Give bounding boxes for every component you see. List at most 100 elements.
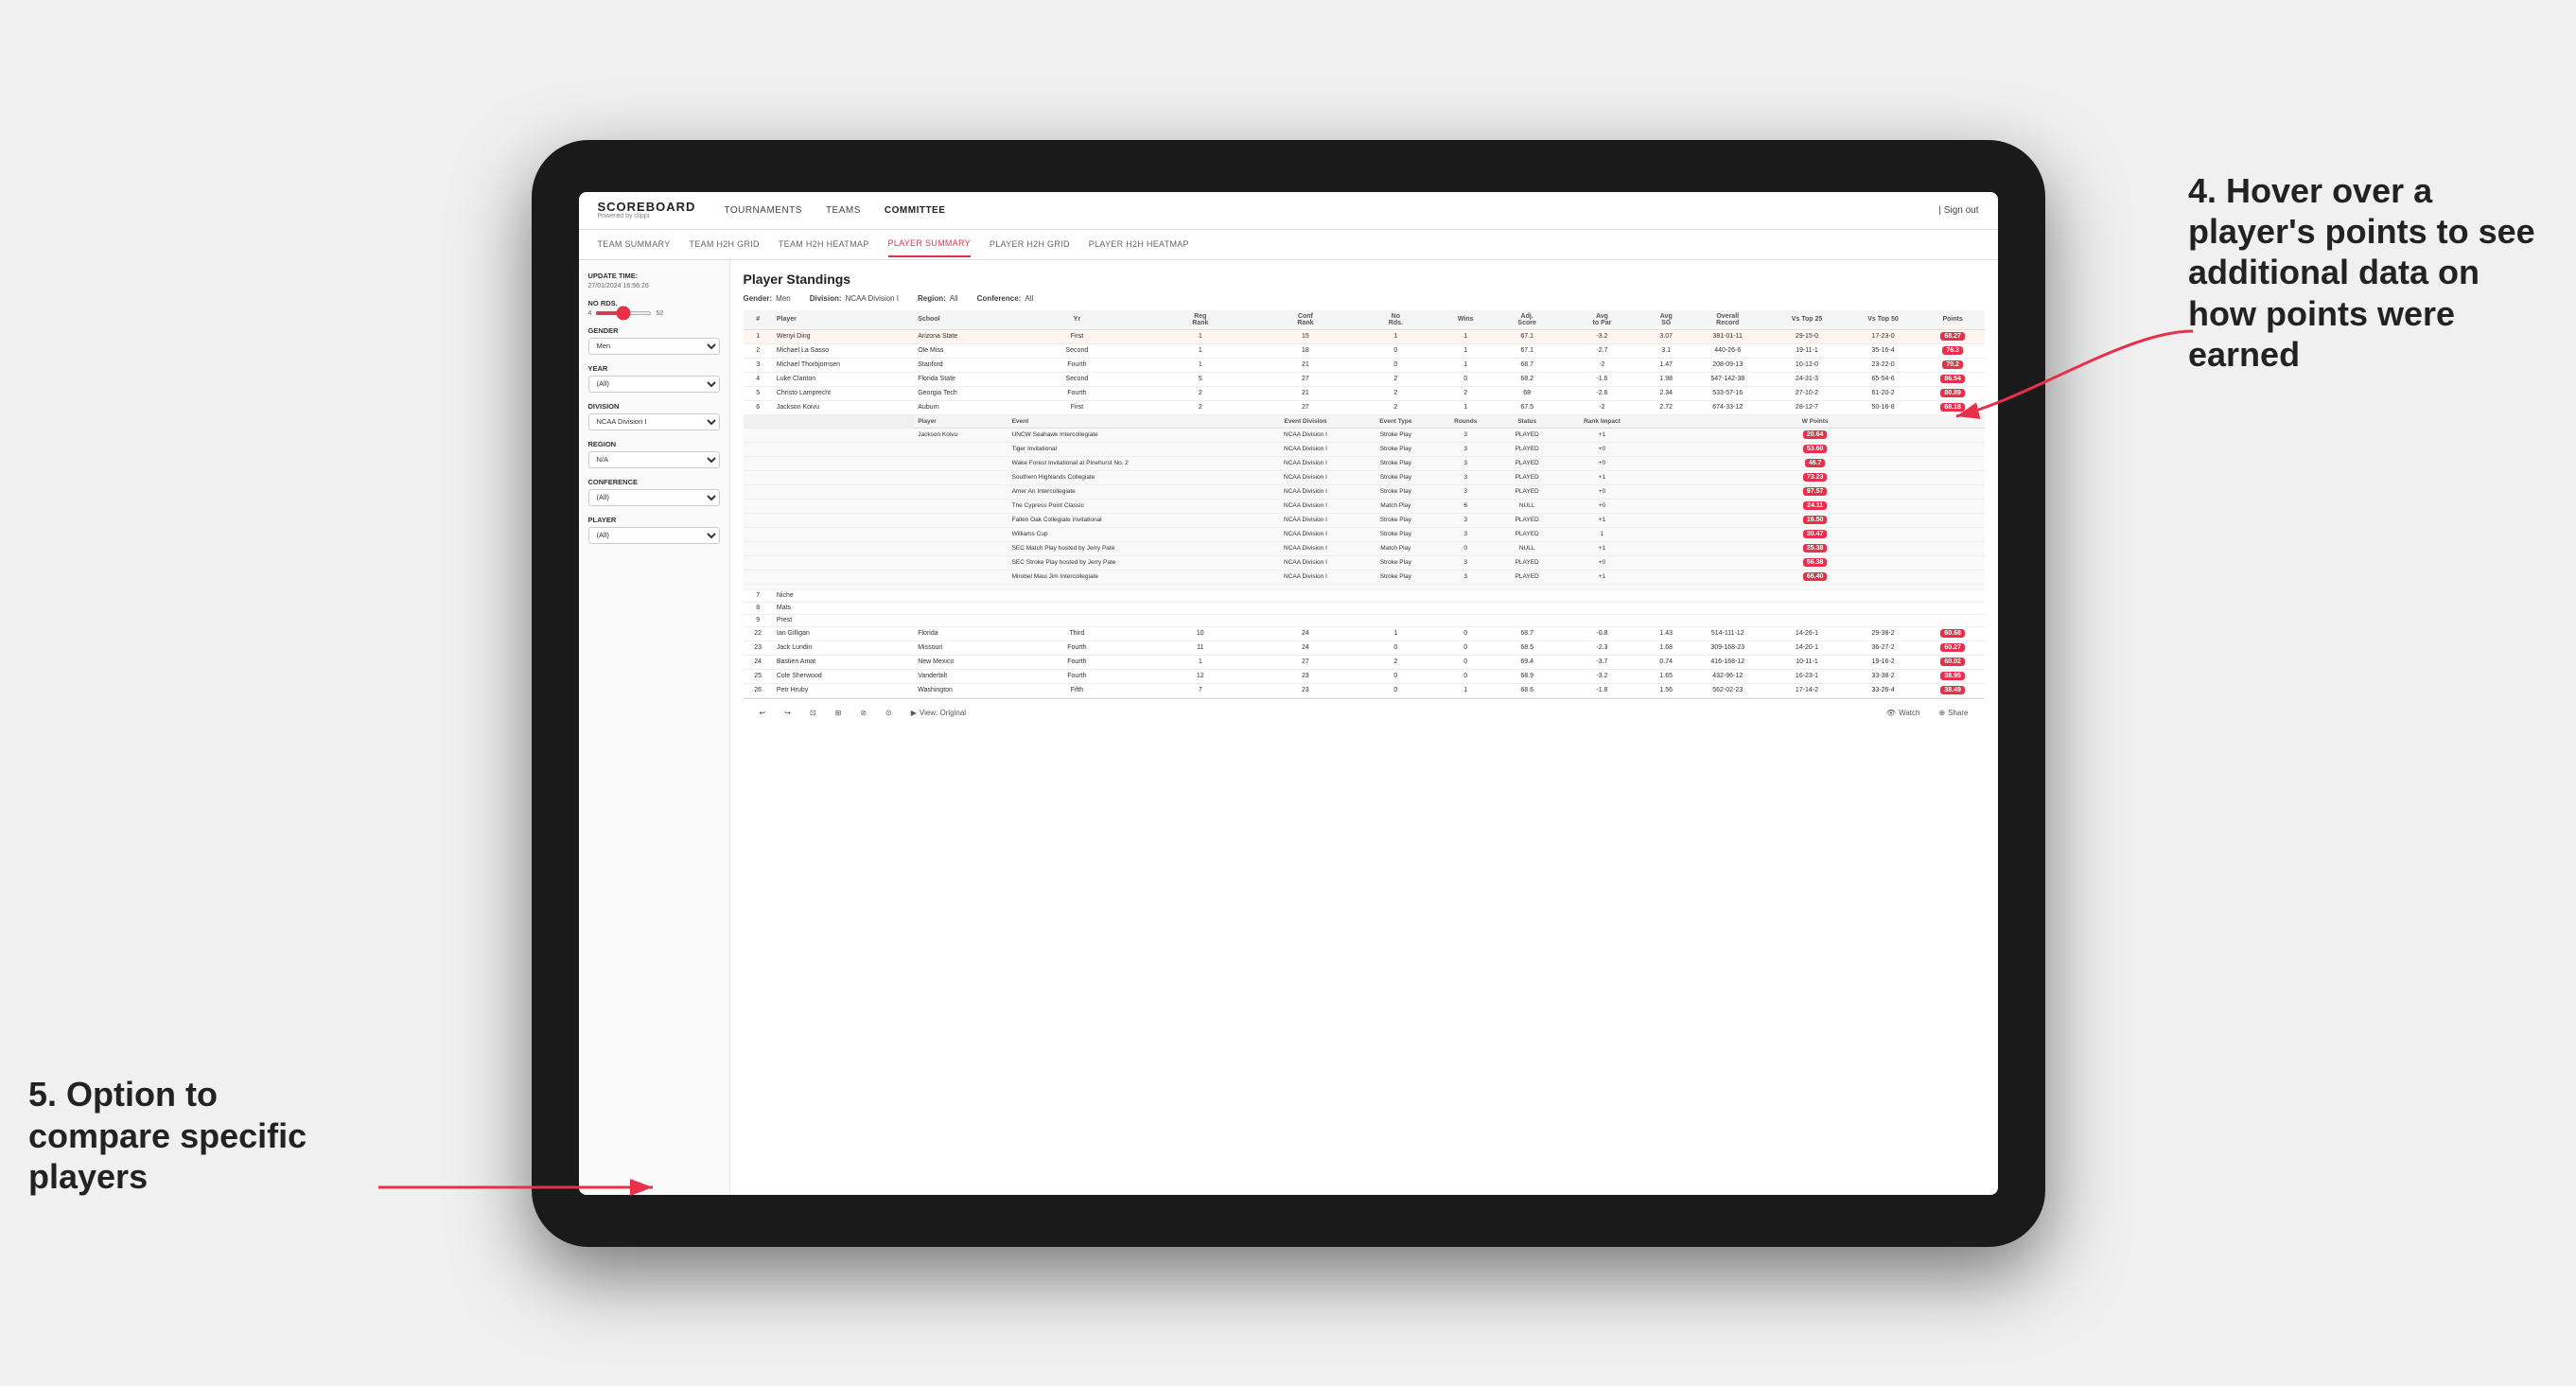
vs25-cell: 19-11-1 (1769, 343, 1846, 358)
col-adj-score: Adj.Score (1496, 310, 1558, 330)
rds-cell: 0 (1356, 343, 1435, 358)
view-original-btn[interactable]: ▶ View: Original (906, 707, 971, 719)
vs50-cell (1845, 614, 1921, 626)
table-row: 26 Petr Hruby Washington Fifth 7 23 0 1 … (744, 683, 1985, 697)
share-btn[interactable]: ⊕ Share (1934, 707, 1972, 719)
redo-btn[interactable]: ↪ (780, 707, 796, 719)
exp-col-player: Player (914, 414, 1008, 428)
points-cell[interactable]: 38.95 (1921, 669, 1985, 683)
year-select[interactable]: (All) (588, 376, 720, 393)
yr-cell: Third (1008, 626, 1147, 640)
sidebar-no-rds: No Rds. 4 52 (588, 299, 720, 317)
exp-player-cell (914, 484, 1008, 499)
clock-btn[interactable]: ⊙ (881, 707, 897, 719)
exp-points-cell[interactable]: 16.50 (1646, 513, 1985, 527)
sign-out-link[interactable]: | Sign out (1938, 205, 1978, 216)
nav-teams[interactable]: TEAMS (826, 201, 861, 220)
exp-points-cell[interactable]: 30.47 (1646, 527, 1985, 541)
undo-btn[interactable]: ↩ (755, 707, 771, 719)
expanded-row: Southern Highlands Collegiate NCAA Divis… (744, 470, 1985, 484)
sub-nav-team-h2h-heatmap[interactable]: TEAM H2H HEATMAP (779, 232, 869, 256)
nav-committee[interactable]: COMMITTEE (885, 201, 946, 220)
exp-points-cell[interactable]: 24.11 (1646, 499, 1985, 513)
points-cell[interactable]: 60.27 (1921, 640, 1985, 655)
adj-score-cell: 68 (1496, 386, 1558, 400)
points-badge[interactable]: 38.95 (1940, 672, 1965, 680)
division-select[interactable]: NCAA Division I (588, 413, 720, 430)
record-cell (1687, 589, 1769, 602)
points-cell[interactable] (1921, 589, 1985, 602)
sub-nav-team-summary[interactable]: TEAM SUMMARY (598, 232, 671, 256)
yr-cell: Fourth (1008, 640, 1147, 655)
exp-points-cell[interactable]: 53.60 (1646, 442, 1985, 456)
no-rds-min: 4 (588, 310, 592, 317)
tablet-screen: SCOREBOARD Powered by clippi TOURNAMENTS… (579, 192, 1998, 1195)
exp-points-cell[interactable]: 97.57 (1646, 484, 1985, 499)
reg-rank-cell (1146, 589, 1254, 602)
no-rds-slider[interactable] (595, 311, 652, 315)
yr-cell (1008, 602, 1147, 614)
expanded-row: Mirobel Maui Jim Intercollegiate NCAA Di… (744, 570, 1985, 584)
no-rds-slider-row: 4 52 (588, 310, 720, 317)
exp-points-cell[interactable]: 66.40 (1646, 570, 1985, 584)
exp-col-rounds: Rounds (1435, 414, 1496, 428)
vs25-cell: 10-11-1 (1769, 655, 1846, 669)
conf-rank-cell: 24 (1254, 640, 1356, 655)
page-wrapper: SCOREBOARD Powered by clippi TOURNAMENTS… (0, 0, 2576, 1386)
sidebar: Update time: 27/01/2024 16:56:26 No Rds.… (579, 260, 730, 1195)
record-cell: 674-33-12 (1687, 400, 1769, 414)
player-label: Player (588, 516, 720, 524)
table-row: 25 Cole Sherwood Vanderbilt Fourth 12 23… (744, 669, 1985, 683)
copy-btn[interactable]: ⊡ (805, 707, 821, 719)
paste-btn[interactable]: ⊞ (831, 707, 847, 719)
to-par-cell (1558, 602, 1646, 614)
vs25-cell: 10-12-0 (1769, 358, 1846, 372)
table-row: 24 Bastien Amat New Mexico Fourth 1 27 2… (744, 655, 1985, 669)
table-row: 2 Michael La Sasso Ole Miss Second 1 18 … (744, 343, 1985, 358)
section-title: Player Standings (744, 272, 1985, 287)
points-cell[interactable]: 60.68 (1921, 626, 1985, 640)
adj-score-cell: 69.4 (1496, 655, 1558, 669)
reg-rank-cell: 1 (1146, 329, 1254, 343)
exp-type-cell: Stroke Play (1356, 484, 1435, 499)
points-cell[interactable] (1921, 602, 1985, 614)
col-conf-rank: ConfRank (1254, 310, 1356, 330)
exp-points-cell[interactable]: 20.64 (1646, 428, 1985, 442)
exp-status-cell: PLAYED (1496, 456, 1558, 470)
filter-btn[interactable]: ⊘ (855, 707, 871, 719)
exp-points-cell[interactable]: 46.7 (1646, 456, 1985, 470)
nav-tournaments[interactable]: TOURNAMENTS (724, 201, 802, 220)
vs25-cell: 27-10-2 (1769, 386, 1846, 400)
points-badge[interactable]: 38.49 (1940, 686, 1965, 694)
rank-cell: 23 (744, 640, 773, 655)
conference-select[interactable]: (All) (588, 489, 720, 506)
exp-rounds-cell: 6 (1435, 499, 1496, 513)
player-name-cell: Cole Sherwood (773, 669, 914, 683)
vs50-cell (1845, 589, 1921, 602)
adj-score-cell: 67.5 (1496, 400, 1558, 414)
exp-points-cell[interactable]: 56.38 (1646, 555, 1985, 570)
points-cell[interactable]: 38.49 (1921, 683, 1985, 697)
sub-nav-player-summary[interactable]: PLAYER SUMMARY (888, 231, 971, 257)
player-select[interactable]: (All) (588, 527, 720, 544)
sub-nav-player-h2h-heatmap[interactable]: PLAYER H2H HEATMAP (1089, 232, 1189, 256)
exp-points-cell[interactable]: 25.38 (1646, 541, 1985, 555)
points-badge[interactable]: 60.27 (1940, 643, 1965, 652)
reg-rank-cell: 1 (1146, 655, 1254, 669)
adj-score-cell (1496, 589, 1558, 602)
exp-event-cell: Williams Cup (1008, 527, 1255, 541)
sub-nav-team-h2h-grid[interactable]: TEAM H2H GRID (689, 232, 759, 256)
exp-rank-impact-cell: +0 (1558, 442, 1646, 456)
points-cell[interactable]: 60.02 (1921, 655, 1985, 669)
watch-btn[interactable]: 👁 Watch (1882, 707, 1925, 719)
points-badge[interactable]: 60.68 (1940, 629, 1965, 638)
region-select[interactable]: N/A (588, 451, 720, 468)
points-cell[interactable] (1921, 614, 1985, 626)
points-badge[interactable]: 60.02 (1940, 658, 1965, 666)
sub-nav-player-h2h-grid[interactable]: PLAYER H2H GRID (990, 232, 1070, 256)
wins-cell: 1 (1435, 358, 1496, 372)
gender-select[interactable]: Men Women (588, 338, 720, 355)
exp-points-cell[interactable]: 73.23 (1646, 470, 1985, 484)
wins-cell: 2 (1435, 386, 1496, 400)
exp-rank-impact-cell: +1 (1558, 470, 1646, 484)
